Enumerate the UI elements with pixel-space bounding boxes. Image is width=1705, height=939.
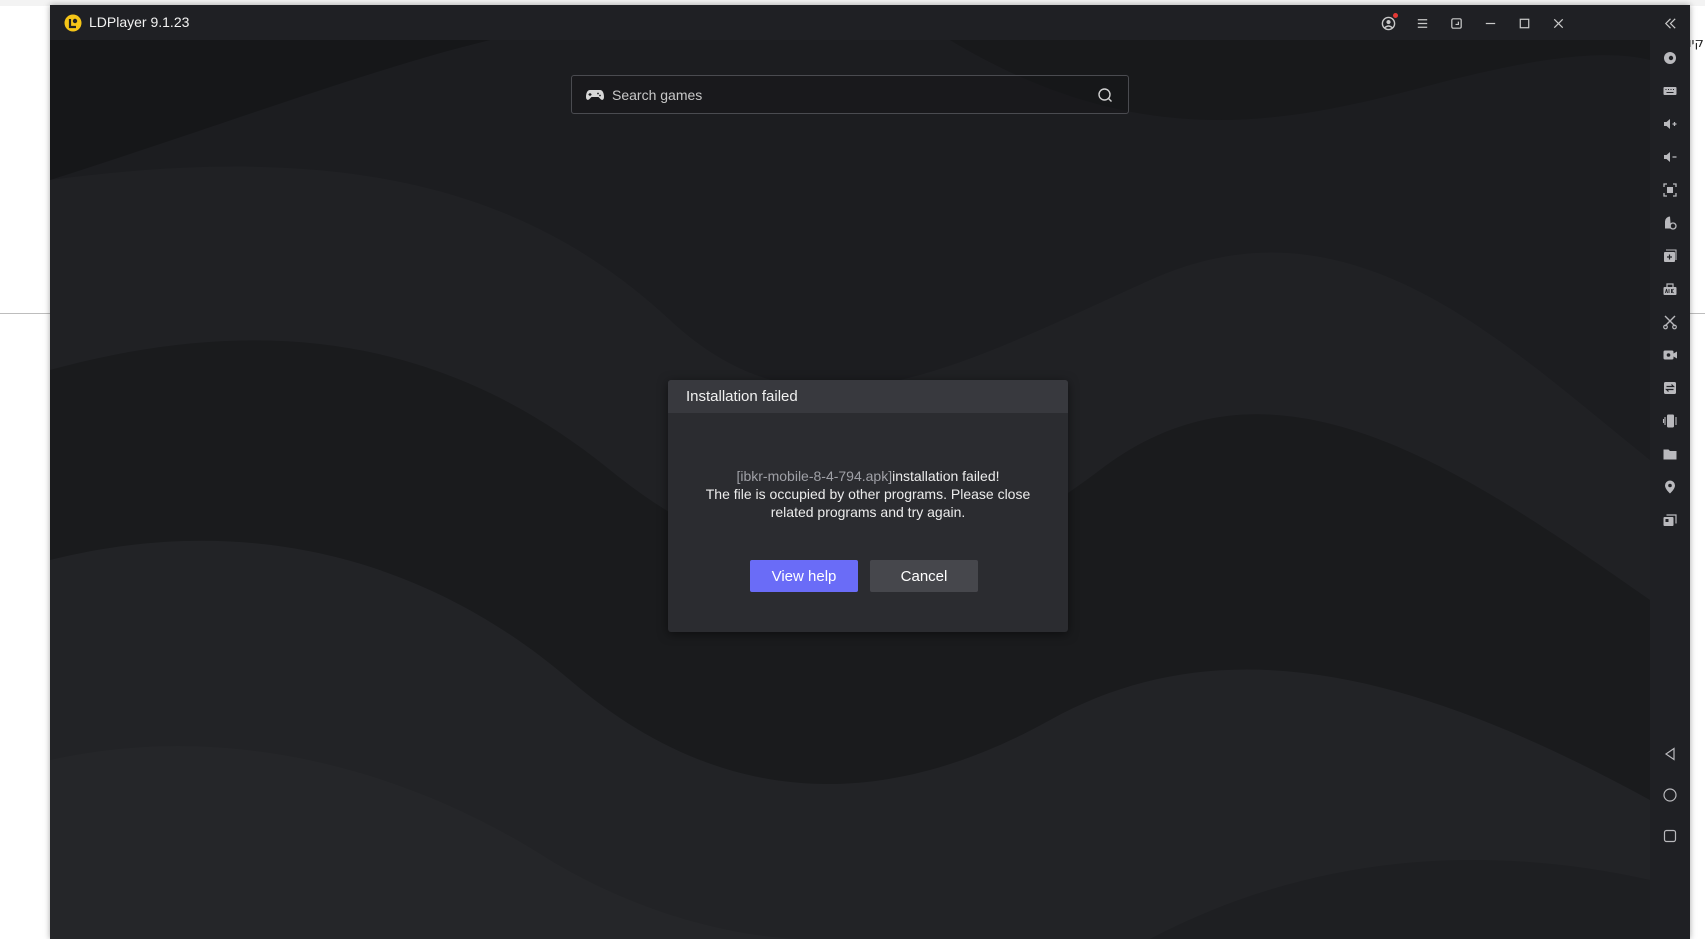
- dialog-message-line1: [ibkr-mobile-8-4-794.apk]installation fa…: [668, 467, 1068, 485]
- dialog-header: Installation failed: [668, 380, 1068, 413]
- cancel-button[interactable]: Cancel: [870, 560, 978, 592]
- recent-apps-icon: [1663, 829, 1677, 843]
- location-icon: [1665, 480, 1675, 494]
- maximize-button[interactable]: [1511, 11, 1537, 35]
- sync-button[interactable]: [1660, 378, 1680, 398]
- minimize-icon: [1485, 22, 1495, 24]
- restore-small-icon: [1450, 17, 1462, 29]
- operation-record-button[interactable]: [1660, 213, 1680, 233]
- dialog-message-line3: related programs and try again.: [770, 504, 966, 520]
- multi-window-icon: [1663, 514, 1677, 526]
- ldplayer-logo-icon: [64, 14, 82, 32]
- menu-icon: [1417, 18, 1427, 28]
- video-record-icon: [1663, 350, 1677, 360]
- home-icon: [1663, 788, 1677, 802]
- dialog-title: Installation failed: [686, 388, 798, 405]
- desktop-divider-right: [1690, 313, 1705, 314]
- back-icon: [1664, 747, 1675, 761]
- multi-instance-icon: [1664, 249, 1677, 262]
- search-games-box[interactable]: [571, 75, 1129, 114]
- screenshot-crop-icon: [1663, 183, 1677, 197]
- search-icon[interactable]: [1097, 87, 1113, 103]
- keyboard-mapping-button[interactable]: [1660, 81, 1680, 101]
- screenshot-button[interactable]: [1660, 180, 1680, 200]
- menu-button[interactable]: [1409, 11, 1435, 35]
- dialog-message-line2: The file is occupied by other programs. …: [705, 486, 1031, 502]
- multi-instance-button[interactable]: [1660, 246, 1680, 266]
- failure-text: installation failed!: [892, 468, 1000, 484]
- folder-icon: [1663, 449, 1677, 460]
- android-home-button[interactable]: [1660, 785, 1680, 805]
- multi-window-button[interactable]: [1660, 510, 1680, 530]
- android-recent-apps-button[interactable]: [1660, 826, 1680, 846]
- close-icon: [1553, 18, 1563, 28]
- ldplayer-window: LDPlayer 9.1.23 Search games Installatio…: [50, 5, 1690, 939]
- operation-record-icon: [1665, 216, 1677, 230]
- collapse-sidebar-button[interactable]: [1657, 11, 1683, 35]
- gamepad-settings-button[interactable]: [1660, 48, 1680, 68]
- notification-dot: [1393, 13, 1398, 18]
- android-screen[interactable]: Installation failed [ibkr-mobile-8-4-794…: [50, 40, 1650, 939]
- scissors-icon: [1663, 315, 1677, 330]
- user-icon: [1381, 16, 1395, 30]
- desktop-edge-text: קיו: [1688, 36, 1704, 51]
- gamepad-icon: [586, 90, 604, 100]
- tool-sidebar: [1650, 40, 1690, 939]
- volume-up-icon: [1664, 119, 1677, 129]
- sync-icon: [1664, 382, 1676, 394]
- title-bar[interactable]: LDPlayer 9.1.23: [50, 5, 1690, 40]
- search-input[interactable]: [612, 76, 1072, 113]
- volume-up-button[interactable]: [1660, 114, 1680, 134]
- gamepad-settings-icon: [1664, 52, 1676, 64]
- user-account-button[interactable]: [1375, 11, 1401, 35]
- mini-mode-button[interactable]: [1443, 11, 1469, 35]
- collapse-sidebar-icon: [1664, 17, 1676, 29]
- dialog-message: [ibkr-mobile-8-4-794.apk]installation fa…: [668, 467, 1068, 521]
- window-title: LDPlayer 9.1.23: [89, 14, 190, 30]
- installation-failed-dialog: Installation failed [ibkr-mobile-8-4-794…: [668, 380, 1068, 632]
- minimize-button[interactable]: [1477, 11, 1503, 35]
- apk-file-name: [ibkr-mobile-8-4-794.apk]: [736, 468, 893, 484]
- volume-down-button[interactable]: [1660, 147, 1680, 167]
- location-button[interactable]: [1660, 477, 1680, 497]
- volume-down-icon: [1664, 152, 1677, 162]
- shake-button[interactable]: [1660, 411, 1680, 431]
- maximize-icon: [1519, 18, 1529, 28]
- close-button[interactable]: [1545, 11, 1571, 35]
- shared-folder-button[interactable]: [1660, 444, 1680, 464]
- desktop-divider: [0, 313, 50, 314]
- shake-icon: [1662, 414, 1677, 428]
- scissors-button[interactable]: [1660, 312, 1680, 332]
- view-help-button[interactable]: View help: [750, 560, 858, 592]
- apk-install-button[interactable]: [1660, 279, 1680, 299]
- video-record-button[interactable]: [1660, 345, 1680, 365]
- apk-install-icon: [1663, 283, 1677, 295]
- android-back-button[interactable]: [1660, 744, 1680, 764]
- keyboard-mapping-icon: [1663, 87, 1677, 95]
